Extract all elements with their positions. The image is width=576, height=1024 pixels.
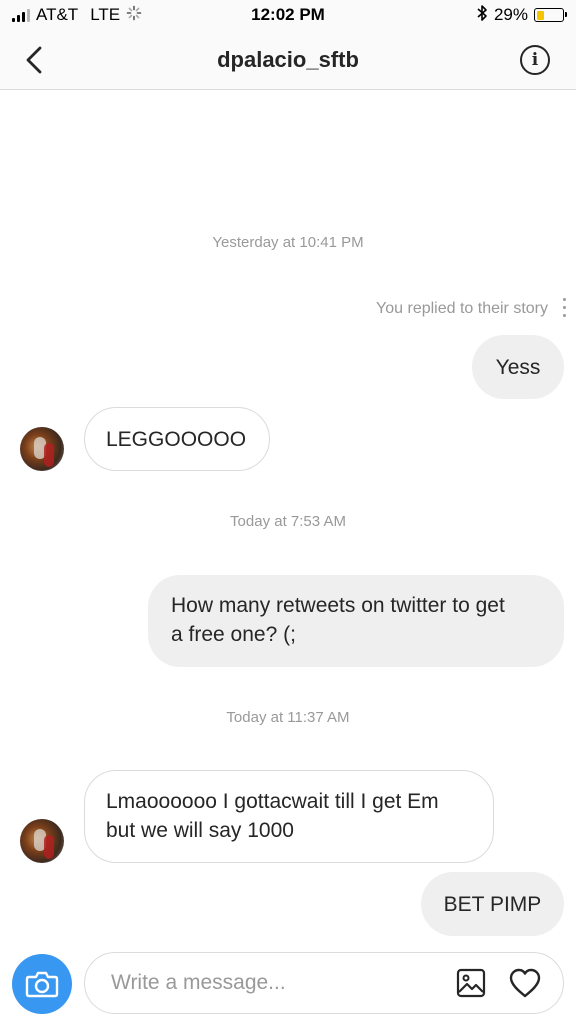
like-button[interactable] bbox=[507, 966, 543, 1000]
message-text-line: a free one? (; bbox=[171, 623, 296, 646]
battery-percent: 29% bbox=[493, 5, 528, 24]
info-icon: i bbox=[531, 50, 539, 70]
outgoing-message[interactable]: Yess bbox=[472, 335, 564, 399]
status-bar: AT&T LTE 12:02 PM 29% bbox=[0, 0, 576, 30]
story-reply-note: You replied to their story bbox=[376, 300, 548, 317]
info-button[interactable]: i bbox=[520, 45, 550, 75]
message-text: BET PIMP bbox=[443, 892, 542, 916]
camera-icon bbox=[25, 971, 59, 998]
status-left: AT&T LTE bbox=[12, 5, 142, 26]
battery-fill bbox=[536, 10, 544, 20]
carrier-label: AT&T bbox=[36, 5, 79, 24]
timestamp: Today at 7:53 AM bbox=[230, 513, 346, 530]
avatar[interactable] bbox=[20, 427, 64, 471]
timestamp: Today at 11:37 AM bbox=[226, 709, 350, 726]
message-input[interactable] bbox=[111, 971, 431, 995]
gallery-icon bbox=[456, 968, 486, 998]
battery-icon bbox=[534, 8, 567, 22]
outgoing-message[interactable]: BET PIMP bbox=[421, 872, 564, 936]
bluetooth-icon bbox=[476, 4, 488, 27]
gallery-button[interactable] bbox=[455, 967, 487, 999]
message-text-line: Lmaoooooo I gottacwait till I get Em bbox=[106, 790, 439, 813]
message-input-container bbox=[84, 952, 564, 1014]
timestamp: Yesterday at 10:41 PM bbox=[212, 234, 364, 251]
incoming-message[interactable]: Lmaoooooo I gottacwait till I get Em but… bbox=[84, 770, 494, 863]
message-text-line: but we will say 1000 bbox=[106, 819, 294, 842]
heart-icon bbox=[509, 968, 541, 998]
loading-icon bbox=[126, 5, 142, 26]
message-composer bbox=[0, 948, 576, 1024]
camera-button[interactable] bbox=[12, 954, 72, 1014]
network-label: LTE bbox=[90, 5, 121, 24]
message-text-line: How many retweets on twitter to get bbox=[171, 594, 505, 617]
back-button[interactable] bbox=[20, 44, 48, 76]
back-chevron-icon bbox=[26, 46, 42, 74]
avatar[interactable] bbox=[20, 819, 64, 863]
status-right: 29% bbox=[476, 4, 567, 27]
thread-header: dpalacio_sftb i bbox=[0, 30, 576, 90]
message-text: LEGGOOOOO bbox=[106, 427, 247, 451]
conversation-title[interactable]: dpalacio_sftb bbox=[217, 47, 359, 73]
more-icon[interactable] bbox=[563, 298, 566, 317]
message-text: Yess bbox=[495, 355, 541, 379]
outgoing-message[interactable]: How many retweets on twitter to get a fr… bbox=[148, 575, 564, 667]
signal-icon bbox=[12, 8, 30, 22]
incoming-message[interactable]: LEGGOOOOO bbox=[84, 407, 270, 471]
